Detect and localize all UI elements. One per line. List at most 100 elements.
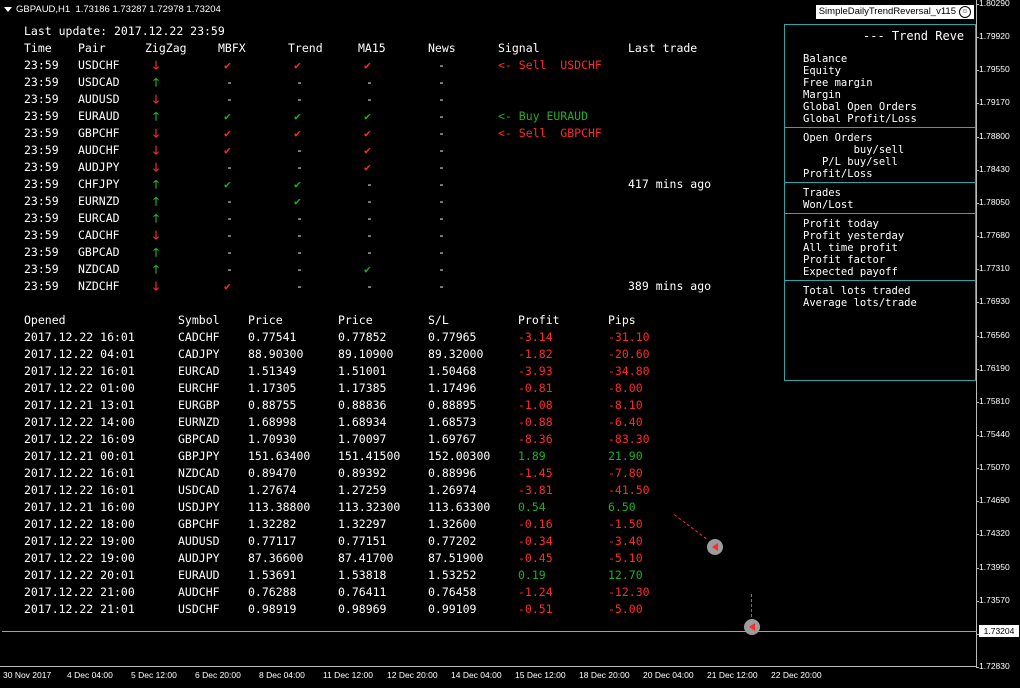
signal-text: <- Sell USDCHF bbox=[498, 58, 602, 72]
signal-time: 23:59 bbox=[24, 211, 59, 225]
signal-pair: GBPCAD bbox=[78, 245, 120, 259]
dash-mark: - bbox=[366, 92, 373, 106]
price-tick: 1.79550 bbox=[976, 64, 1010, 75]
order-symbol: USDCHF bbox=[178, 602, 220, 616]
order-sl: 1.26974 bbox=[428, 483, 477, 497]
panel-label: Balance bbox=[803, 53, 848, 65]
signal-pair: CHFJPY bbox=[78, 177, 120, 191]
dash-mark: - bbox=[226, 211, 233, 225]
order-profit: -3.81 bbox=[518, 483, 553, 497]
price-tick: 1.73950 bbox=[976, 561, 1010, 572]
panel-label: Global Open Orders bbox=[803, 101, 917, 113]
order-p1: 0.77117 bbox=[248, 534, 297, 548]
signal-time: 23:59 bbox=[24, 177, 59, 191]
order-pips: -7.80 bbox=[608, 466, 643, 480]
order-profit: -1.08 bbox=[518, 398, 553, 412]
order-pips: -1.50 bbox=[608, 517, 643, 531]
order-opened: 2017.12.22 16:09 bbox=[24, 432, 135, 446]
panel-label: Won/Lost bbox=[803, 199, 854, 211]
price-tick: 1.75440 bbox=[976, 428, 1010, 439]
order-profit: 0.19 bbox=[518, 568, 546, 582]
time-axis[interactable]: 30 Nov 2017 4 Dec 04:00 5 Dec 12:00 6 Dec 2… bbox=[0, 667, 977, 688]
chevron-down-icon[interactable] bbox=[4, 7, 12, 12]
order-symbol: USDJPY bbox=[178, 500, 220, 514]
order-p2: 87.41700 bbox=[338, 551, 394, 565]
symbol-header[interactable]: GBPAUD,H1 1.73186 1.73287 1.72978 1.7320… bbox=[4, 4, 221, 15]
order-sl: 1.68573 bbox=[428, 415, 477, 429]
trade-marker-icon[interactable] bbox=[707, 539, 723, 555]
price-tick: 1.74320 bbox=[976, 528, 1010, 539]
signals-col-header: Last trade bbox=[628, 41, 698, 55]
order-pips: -8.00 bbox=[608, 381, 643, 395]
signal-time: 23:59 bbox=[24, 143, 59, 157]
order-opened: 2017.12.22 19:00 bbox=[24, 534, 135, 548]
panel-label: Expected payoff bbox=[803, 266, 898, 278]
order-symbol: GBPJPY bbox=[178, 449, 220, 463]
trend-reversal-panel: --- Trend Reve Balance Equity Free margin Ma… bbox=[784, 24, 976, 381]
check-icon: ✔ bbox=[224, 109, 231, 123]
order-p2: 0.88836 bbox=[338, 398, 387, 412]
check-icon: ✔ bbox=[294, 58, 301, 72]
check-icon: ✔ bbox=[364, 160, 371, 174]
dash-mark: - bbox=[226, 245, 233, 259]
signal-pair: AUDCHF bbox=[78, 143, 120, 157]
order-profit: -0.16 bbox=[518, 517, 553, 531]
orders-col-header: Price bbox=[338, 313, 373, 327]
signals-col-header: ZigZag bbox=[145, 41, 187, 55]
check-icon: ✔ bbox=[224, 126, 231, 140]
price-tick: 1.76190 bbox=[976, 362, 1010, 373]
order-opened: 2017.12.22 21:01 bbox=[24, 602, 135, 616]
arrow-up-icon: 🡑 bbox=[153, 194, 159, 208]
news-mark: - bbox=[438, 126, 445, 140]
dash-mark: - bbox=[226, 262, 233, 276]
panel-label: Profit yesterday bbox=[803, 230, 905, 242]
check-icon: ✔ bbox=[364, 143, 371, 157]
symbol-quote-line: GBPAUD,H1 1.73186 1.73287 1.72978 1.7320… bbox=[16, 4, 221, 15]
signal-time: 23:59 bbox=[24, 194, 59, 208]
order-profit: -1.24 bbox=[518, 585, 553, 599]
price-tick: 1.75810 bbox=[976, 395, 1010, 406]
orders-col-header: Profit bbox=[518, 313, 560, 327]
order-opened: 2017.12.22 16:01 bbox=[24, 330, 135, 344]
time-tick: 15 Dec 12:00 bbox=[515, 670, 566, 680]
order-pips: -31.10 bbox=[608, 330, 650, 344]
signals-col-header: MA15 bbox=[358, 41, 386, 55]
expert-advisor-badge[interactable]: SimpleDailyTrendReversal_v115 ☺ bbox=[815, 5, 974, 19]
arrow-up-icon: 🡑 bbox=[153, 75, 159, 89]
order-p1: 1.51349 bbox=[248, 364, 297, 378]
order-opened: 2017.12.21 00:01 bbox=[24, 449, 135, 463]
order-p2: 1.53818 bbox=[338, 568, 387, 582]
orders-col-header: S/L bbox=[428, 313, 449, 327]
dash-mark: - bbox=[226, 194, 233, 208]
check-icon: ✔ bbox=[224, 177, 231, 191]
signals-col-header: Signal bbox=[498, 41, 540, 55]
order-symbol: EURAUD bbox=[178, 568, 220, 582]
price-tick: 1.80290 bbox=[976, 0, 1010, 8]
order-p1: 0.76288 bbox=[248, 585, 297, 599]
signal-time: 23:59 bbox=[24, 58, 59, 72]
order-profit: -8.36 bbox=[518, 432, 553, 446]
price-axis[interactable]: 1.80290 1.79920 1.79550 1.79170 1.78800 1.784… bbox=[976, 0, 1020, 671]
signals-col-header: MBFX bbox=[218, 41, 246, 55]
order-p1: 0.88755 bbox=[248, 398, 297, 412]
time-tick: 8 Dec 04:00 bbox=[259, 670, 305, 680]
time-tick: 4 Dec 04:00 bbox=[67, 670, 113, 680]
signal-time: 23:59 bbox=[24, 279, 59, 293]
panel-label: Free margin bbox=[803, 77, 873, 89]
arrow-up-icon: 🡑 bbox=[153, 177, 159, 191]
order-pips: -8.10 bbox=[608, 398, 643, 412]
order-symbol: AUDJPY bbox=[178, 551, 220, 565]
panel-label: Average lots/trade bbox=[803, 297, 917, 309]
order-pips: -34.80 bbox=[608, 364, 650, 378]
check-icon: ✔ bbox=[294, 194, 301, 208]
order-pips: -5.10 bbox=[608, 551, 643, 565]
order-p2: 1.27259 bbox=[338, 483, 387, 497]
order-p2: 0.89392 bbox=[338, 466, 387, 480]
trade-marker-icon[interactable] bbox=[744, 619, 760, 635]
signal-time: 23:59 bbox=[24, 262, 59, 276]
order-profit: -0.51 bbox=[518, 602, 553, 616]
time-tick: 12 Dec 20:00 bbox=[387, 670, 438, 680]
order-p1: 88.90300 bbox=[248, 347, 304, 361]
order-p2: 1.68934 bbox=[338, 415, 387, 429]
order-opened: 2017.12.22 01:00 bbox=[24, 381, 135, 395]
